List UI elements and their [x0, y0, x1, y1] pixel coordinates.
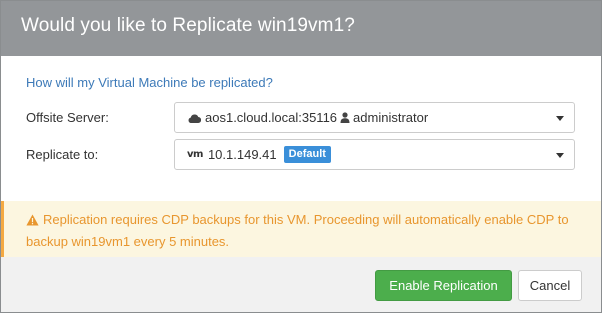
dialog-header: Would you like to Replicate win19vm1?	[1, 1, 601, 56]
cdp-warning-text: Replication requires CDP backups for thi…	[26, 212, 569, 249]
dialog-title: Would you like to Replicate win19vm1?	[21, 15, 355, 36]
offsite-server-username: administrator	[353, 110, 429, 125]
default-badge: Default	[283, 146, 331, 163]
replicate-to-select[interactable]: vm 10.1.149.41 Default	[174, 139, 575, 170]
dialog-body: How will my Virtual Machine be replicate…	[1, 56, 601, 201]
offsite-server-select[interactable]: aos1.cloud.local:35116 administrator	[174, 102, 575, 133]
enable-replication-button[interactable]: Enable Replication	[375, 270, 512, 301]
replicate-dialog: Would you like to Replicate win19vm1? Ho…	[0, 0, 602, 313]
replicate-to-row: Replicate to: vm 10.1.149.41 Default	[26, 139, 576, 170]
user-icon	[340, 112, 350, 123]
offsite-server-user: administrator	[340, 110, 428, 125]
offsite-server-label: Offsite Server:	[26, 110, 109, 125]
warning-icon	[26, 212, 39, 232]
offsite-server-value: aos1.cloud.local:35116	[205, 110, 338, 125]
replication-question: How will my Virtual Machine be replicate…	[26, 75, 273, 90]
chevron-down-icon	[556, 153, 564, 158]
cdp-warning-alert: Replication requires CDP backups for thi…	[1, 201, 601, 257]
cloud-icon	[187, 113, 201, 123]
dialog-footer: Enable Replication Cancel	[1, 257, 601, 312]
vm-icon: vm	[187, 149, 203, 160]
replicate-to-value: 10.1.149.41	[207, 147, 277, 162]
chevron-down-icon	[556, 116, 564, 121]
offsite-server-row: Offsite Server: aos1.cloud.local:35116 a…	[26, 102, 576, 133]
cancel-button[interactable]: Cancel	[518, 270, 582, 301]
replicate-to-label: Replicate to:	[26, 147, 99, 162]
